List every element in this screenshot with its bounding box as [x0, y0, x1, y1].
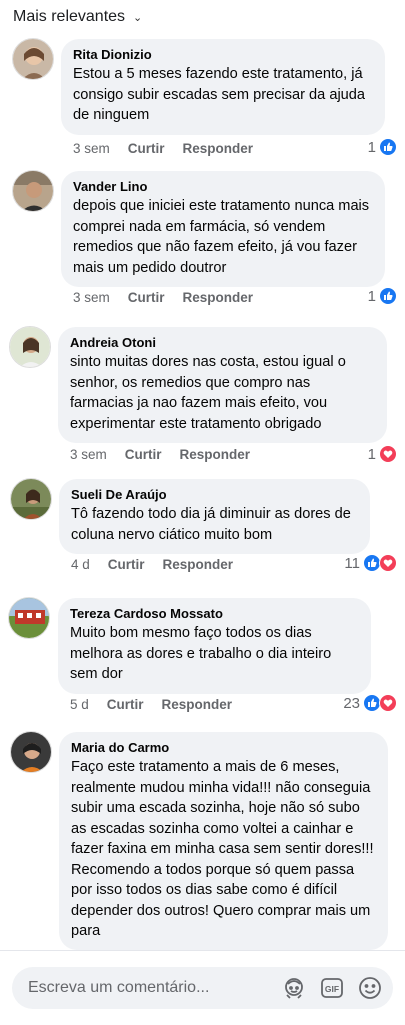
- composer-tools: GIF: [281, 975, 383, 1001]
- comment-input-container: GIF: [12, 967, 393, 1009]
- comment-actions: 3 sem Curtir Responder: [73, 290, 253, 305]
- reaction-count: 1: [367, 445, 376, 463]
- comment-bubble: Tereza Cardoso Mossato Muito bom mesmo f…: [58, 598, 371, 694]
- comment-author[interactable]: Andreia Otoni: [70, 335, 375, 350]
- reaction-summary[interactable]: 23: [343, 694, 397, 712]
- love-reaction-icon: [379, 694, 397, 712]
- sort-dropdown[interactable]: Mais relevantes ⌄: [13, 8, 142, 26]
- like-button[interactable]: Curtir: [108, 557, 145, 572]
- reaction-summary[interactable]: 1: [368, 445, 397, 463]
- reply-button[interactable]: Responder: [183, 290, 254, 305]
- avatar[interactable]: [10, 731, 52, 773]
- reply-button[interactable]: Responder: [180, 447, 251, 462]
- reaction-count: 11: [344, 554, 360, 572]
- comment-text: depois que iniciei este tratamento nunca…: [73, 198, 370, 276]
- love-reaction-icon: [379, 445, 397, 463]
- gif-icon[interactable]: GIF: [319, 975, 345, 1001]
- reaction-count: 1: [367, 287, 376, 305]
- comment-time[interactable]: 5 d: [70, 697, 89, 712]
- comment-bubble: Sueli De Araújo Tô fazendo todo dia já d…: [59, 479, 370, 554]
- comment-text: Muito bom mesmo faço todos os dias melho…: [70, 625, 332, 682]
- like-reaction-icon: [379, 138, 397, 156]
- reply-button[interactable]: Responder: [162, 697, 233, 712]
- reply-button[interactable]: Responder: [163, 557, 234, 572]
- love-reaction-icon: [379, 554, 397, 572]
- avatar[interactable]: [8, 597, 50, 639]
- comment-bubble: Vander Lino depois que iniciei este trat…: [61, 171, 385, 287]
- reaction-summary[interactable]: 11: [344, 554, 397, 572]
- comment-text: Faço este tratamento a mais de 6 meses, …: [71, 759, 374, 939]
- like-reaction-icon: [379, 287, 397, 305]
- comment-actions: 3 sem Curtir Responder: [73, 141, 253, 156]
- comment-author[interactable]: Maria do Carmo: [71, 740, 376, 755]
- comment-time[interactable]: 4 d: [71, 557, 90, 572]
- comment-text: Tô fazendo todo dia já diminuir as dores…: [71, 506, 351, 543]
- reaction-count: 23: [343, 694, 360, 712]
- like-button[interactable]: Curtir: [128, 290, 165, 305]
- comment-bubble: Andreia Otoni sinto muitas dores nas cos…: [58, 327, 387, 443]
- sort-label: Mais relevantes: [13, 8, 126, 25]
- like-button[interactable]: Curtir: [107, 697, 144, 712]
- comment-bubble: Maria do Carmo Faço este tratamento a ma…: [59, 732, 388, 950]
- reaction-summary[interactable]: 1: [368, 138, 397, 156]
- comment-text: Estou a 5 meses fazendo este tratamento,…: [73, 66, 366, 123]
- comment-input[interactable]: [26, 978, 281, 998]
- comment-composer: GIF: [0, 950, 405, 1025]
- avatar[interactable]: [12, 170, 54, 212]
- comment-author[interactable]: Rita Dionizio: [73, 47, 373, 62]
- comment-time[interactable]: 3 sem: [73, 141, 110, 156]
- avatar-sticker-icon[interactable]: [281, 975, 307, 1001]
- emoji-icon[interactable]: [357, 975, 383, 1001]
- like-button[interactable]: Curtir: [128, 141, 165, 156]
- comment-time[interactable]: 3 sem: [73, 290, 110, 305]
- comment-author[interactable]: Vander Lino: [73, 179, 373, 194]
- comment-author[interactable]: Tereza Cardoso Mossato: [70, 606, 359, 621]
- chevron-down-icon: ⌄: [133, 11, 143, 24]
- gif-label: GIF: [325, 984, 339, 994]
- comment-text: sinto muitas dores nas costa, estou igua…: [70, 354, 346, 432]
- avatar[interactable]: [9, 326, 51, 368]
- avatar[interactable]: [10, 478, 52, 520]
- comment-actions: 4 d Curtir Responder: [71, 557, 233, 572]
- comment-actions: 5 d Curtir Responder: [70, 697, 232, 712]
- comment-author[interactable]: Sueli De Araújo: [71, 487, 358, 502]
- avatar[interactable]: [12, 38, 54, 80]
- comment-bubble: Rita Dionizio Estou a 5 meses fazendo es…: [61, 39, 385, 135]
- reaction-count: 1: [367, 138, 376, 156]
- reaction-summary[interactable]: 1: [368, 287, 397, 305]
- reply-button[interactable]: Responder: [183, 141, 254, 156]
- like-button[interactable]: Curtir: [125, 447, 162, 462]
- comment-time[interactable]: 3 sem: [70, 447, 107, 462]
- comment-actions: 3 sem Curtir Responder: [70, 447, 250, 462]
